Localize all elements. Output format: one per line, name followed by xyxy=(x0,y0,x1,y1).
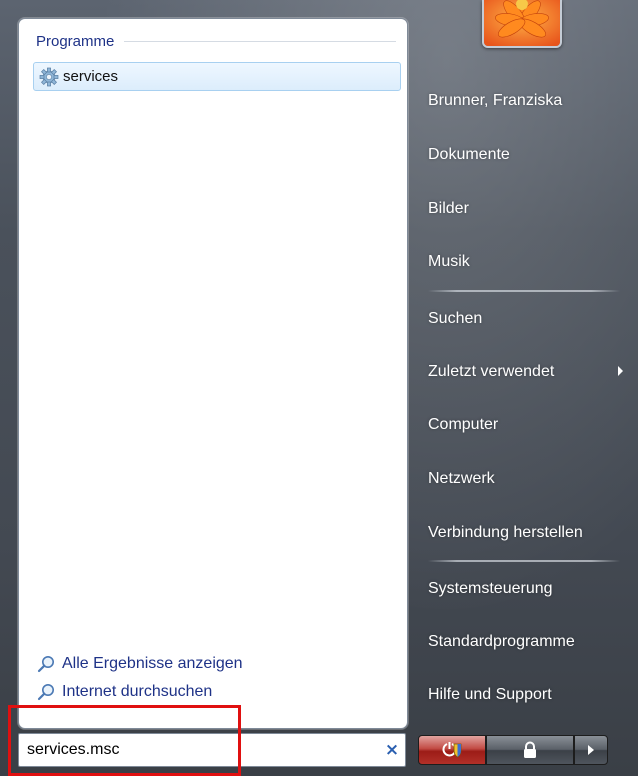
user-picture[interactable] xyxy=(482,0,562,48)
lock-icon xyxy=(524,741,536,758)
menu-item-computer[interactable]: Computer xyxy=(428,416,498,434)
menu-item-music[interactable]: Musik xyxy=(428,253,470,271)
programs-section-header: Programme xyxy=(36,33,396,50)
flower-icon xyxy=(484,0,560,46)
menu-item-documents[interactable]: Dokumente xyxy=(428,146,510,164)
menu-item-help-support[interactable]: Hilfe und Support xyxy=(428,686,552,704)
power-shield-icon xyxy=(442,742,462,758)
show-all-results-label: Alle Ergebnisse anzeigen xyxy=(62,655,243,672)
menu-item-search[interactable]: Suchen xyxy=(428,310,482,328)
submenu-arrow-icon xyxy=(618,366,623,376)
power-button[interactable] xyxy=(418,735,486,765)
search-result-services[interactable]: services xyxy=(33,62,401,91)
show-all-results-link[interactable]: Alle Ergebnisse anzeigen xyxy=(37,655,243,673)
search-result-label: services xyxy=(63,68,119,85)
programs-section-title: Programme xyxy=(36,33,115,50)
arrow-right-icon xyxy=(588,745,594,755)
menu-item-network[interactable]: Netzwerk xyxy=(428,470,495,488)
menu-item-default-programs[interactable]: Standardprogramme xyxy=(428,633,575,651)
results-panel: Programme services Alle Ergebnisse anzei… xyxy=(18,18,408,729)
clear-search-icon[interactable]: × xyxy=(379,740,405,760)
search-internet-link[interactable]: Internet durchsuchen xyxy=(37,683,212,701)
lock-button[interactable] xyxy=(486,735,574,765)
section-divider xyxy=(124,41,396,42)
menu-item-connect-to[interactable]: Verbindung herstellen xyxy=(428,524,583,542)
start-menu: Programme services Alle Ergebnisse anzei… xyxy=(0,0,638,776)
menu-separator xyxy=(428,290,620,292)
menu-item-control-panel[interactable]: Systemsteuerung xyxy=(428,580,553,598)
menu-item-recent[interactable]: Zuletzt verwendet xyxy=(428,363,554,381)
user-name-item[interactable]: Brunner, Franziska xyxy=(428,92,562,110)
shutdown-options-button[interactable] xyxy=(574,735,608,765)
services-gear-icon xyxy=(39,67,59,86)
highlight-box xyxy=(8,705,241,776)
search-internet-label: Internet durchsuchen xyxy=(62,683,213,700)
search-icon xyxy=(37,656,54,673)
menu-separator xyxy=(428,560,620,562)
menu-item-pictures[interactable]: Bilder xyxy=(428,200,469,218)
search-icon xyxy=(37,684,54,701)
